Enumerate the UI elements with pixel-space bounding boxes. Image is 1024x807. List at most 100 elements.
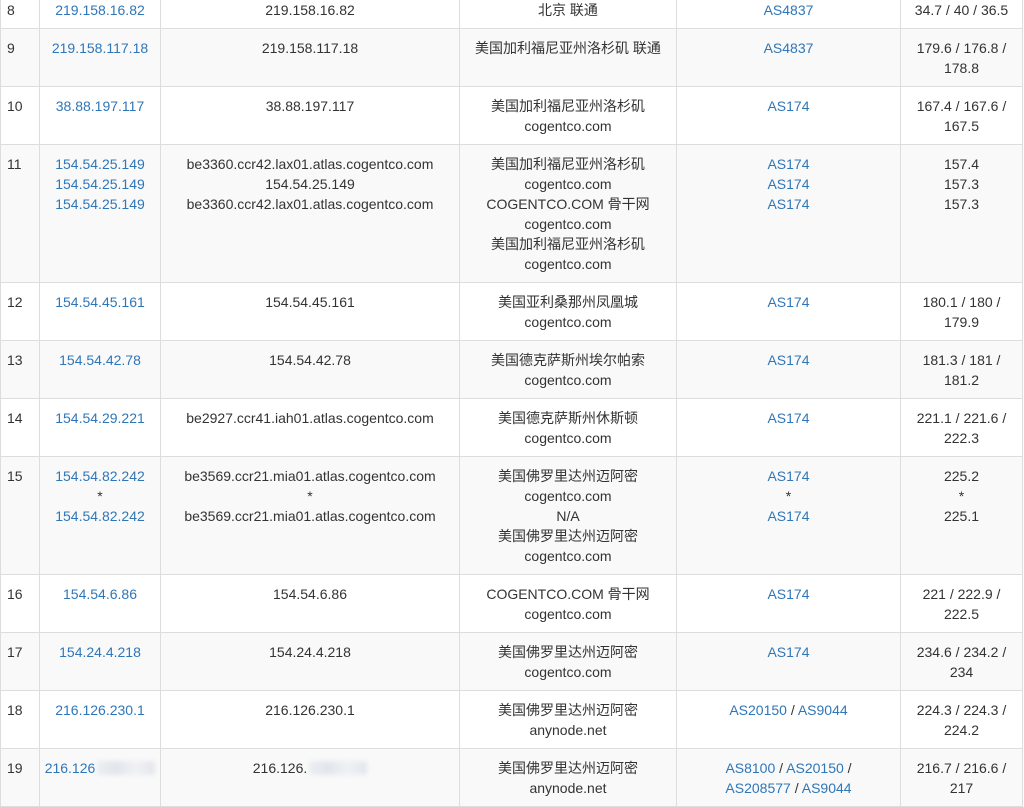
asn-separator: / (843, 760, 852, 776)
asn-line: AS8100 / AS20150 / (681, 758, 896, 778)
asn-link[interactable]: AS9044 (802, 780, 852, 796)
hop-number: 19 (7, 760, 23, 776)
ip-link[interactable]: 154.54.25.149 (44, 194, 156, 214)
ip-link[interactable]: 154.54.82.242 (44, 506, 156, 526)
timeout-marker: * (785, 488, 792, 504)
asn-cell: AS174 * AS174 (676, 456, 901, 575)
asn-link[interactable]: AS174 (767, 294, 809, 310)
asn-line: AS174 (681, 292, 896, 312)
location-cell: COGENTCO.COM 骨干网 cogentco.com (459, 574, 677, 633)
asn-link[interactable]: AS174 (767, 176, 809, 192)
asn-link[interactable]: AS4837 (764, 40, 814, 56)
asn-link[interactable]: AS20150 (729, 702, 787, 718)
hostname-cell: be3569.ccr21.mia01.atlas.cogentco.com * be… (160, 456, 460, 575)
ip-cell: 219.158.117.18 (39, 28, 161, 87)
ip-link[interactable]: 154.24.4.218 (44, 642, 156, 662)
ip-link[interactable]: 154.54.82.242 (44, 466, 156, 486)
hostname-cell: 219.158.16.82 (160, 0, 460, 29)
timeout-marker: * (97, 488, 103, 504)
asn-link[interactable]: AS174 (767, 644, 809, 660)
latency-text: * (958, 488, 965, 504)
latency-text: 222.3 (943, 430, 980, 446)
latency-text: 224.2 (943, 722, 980, 738)
ip-link[interactable]: 216.126 (45, 760, 96, 776)
hop-number: 10 (7, 98, 23, 114)
ip-link[interactable]: 219.158.16.82 (44, 0, 156, 20)
hostname-cell: be2927.ccr41.iah01.atlas.cogentco.com (160, 398, 460, 457)
latency-text: 157.3 (943, 196, 980, 212)
asn-link[interactable]: AS20150 (786, 760, 844, 776)
hostname-text: be3360.ccr42.lax01.atlas.cogentco.com (186, 156, 434, 172)
location-text: 美国佛罗里达州迈阿密 (498, 468, 638, 484)
ip-cell: 154.54.82.242 * 154.54.82.242 (39, 456, 161, 575)
location-text: 美国佛罗里达州迈阿密 (498, 760, 638, 776)
asn-link[interactable]: AS174 (767, 98, 809, 114)
asn-link[interactable]: AS174 (767, 508, 809, 524)
ip-cell: 154.54.6.86 (39, 574, 161, 633)
asn-link[interactable]: AS174 (767, 410, 809, 426)
latency-text: 234 (949, 664, 974, 680)
asn-link[interactable]: AS174 (767, 586, 809, 602)
ip-link[interactable]: 154.54.42.78 (44, 350, 156, 370)
ip-cell: 38.88.197.117 (39, 86, 161, 145)
location-text: cogentco.com (524, 430, 612, 446)
hop-number-cell: 12 (0, 282, 40, 341)
asn-link[interactable]: AS8100 (725, 760, 775, 776)
latency-cell: 180.1 / 180 / 179.9 (900, 282, 1023, 341)
ip-link[interactable]: 38.88.197.117 (44, 96, 156, 116)
latency-text: 34.7 / 40 / 36.5 (914, 2, 1009, 18)
asn-line: * (681, 486, 896, 506)
table-row: 18 216.126.230.1 216.126.230.1 美国佛罗里达州迈阿密 an… (0, 690, 1023, 749)
ip-link[interactable]: 154.54.45.161 (44, 292, 156, 312)
table-row: 13 154.54.42.78 154.54.42.78 美国德克萨斯州埃尔帕索 cog… (0, 340, 1023, 399)
location-text: 北京 联通 (538, 2, 598, 18)
asn-link[interactable]: AS208577 (725, 780, 790, 796)
asn-separator: / (786, 702, 798, 718)
hop-number: 13 (7, 352, 23, 368)
asn-cell: AS174 (676, 282, 901, 341)
ip-cell: 154.54.25.149 154.54.25.149 154.54.25.149 (39, 144, 161, 283)
hostname-cell: be3360.ccr42.lax01.atlas.cogentco.com 154… (160, 144, 460, 283)
asn-line: AS174 (681, 194, 896, 214)
hop-number-cell: 11 (0, 144, 40, 283)
location-text: anynode.net (529, 780, 607, 796)
asn-cell: AS20150 / AS9044 (676, 690, 901, 749)
ip-link[interactable]: 219.158.117.18 (44, 38, 156, 58)
asn-link[interactable]: AS174 (767, 468, 809, 484)
asn-cell: AS174 (676, 340, 901, 399)
ip-link[interactable]: 154.54.6.86 (44, 584, 156, 604)
ip-link[interactable]: 154.54.25.149 (44, 174, 156, 194)
hop-number: 8 (7, 2, 15, 18)
latency-cell: 34.7 / 40 / 36.5 (900, 0, 1023, 29)
asn-cell: AS174 (676, 398, 901, 457)
location-text: COGENTCO.COM 骨干网 (486, 586, 650, 602)
location-cell: 美国佛罗里达州迈阿密 anynode.net (459, 690, 677, 749)
asn-link[interactable]: AS174 (767, 156, 809, 172)
latency-text: 179.9 (943, 314, 980, 330)
ip-link[interactable]: 154.54.25.149 (44, 154, 156, 174)
latency-text: 225.2 (943, 468, 980, 484)
location-text: cogentco.com (524, 372, 612, 388)
hop-number-cell: 9 (0, 28, 40, 87)
hostname-text: be2927.ccr41.iah01.atlas.cogentco.com (186, 410, 434, 426)
asn-line: AS174 (681, 154, 896, 174)
asn-link[interactable]: AS9044 (798, 702, 848, 718)
asn-line: AS174 (681, 584, 896, 604)
hostname-cell: 154.54.6.86 (160, 574, 460, 633)
asn-link[interactable]: AS4837 (764, 2, 814, 18)
asn-link[interactable]: AS174 (767, 352, 809, 368)
latency-text: 178.8 (943, 60, 980, 76)
asn-link[interactable]: AS174 (767, 196, 809, 212)
hop-number-cell: 19 (0, 748, 40, 807)
latency-text: 167.5 (943, 118, 980, 134)
location-text: cogentco.com (524, 216, 612, 232)
latency-text: 180.1 / 180 / (922, 294, 1001, 310)
hostname-text: 154.54.25.149 (265, 176, 355, 192)
ip-link[interactable]: 154.54.29.221 (44, 408, 156, 428)
hostname-text: * (307, 488, 313, 504)
location-text: 美国加利福尼亚州洛杉矶 (491, 156, 645, 172)
latency-cell: 181.3 / 181 / 181.2 (900, 340, 1023, 399)
location-text: 美国佛罗里达州迈阿密 (498, 644, 638, 660)
ip-link[interactable]: 216.126.230.1 (44, 700, 156, 720)
location-cell: 美国佛罗里达州迈阿密 cogentco.com (459, 632, 677, 691)
